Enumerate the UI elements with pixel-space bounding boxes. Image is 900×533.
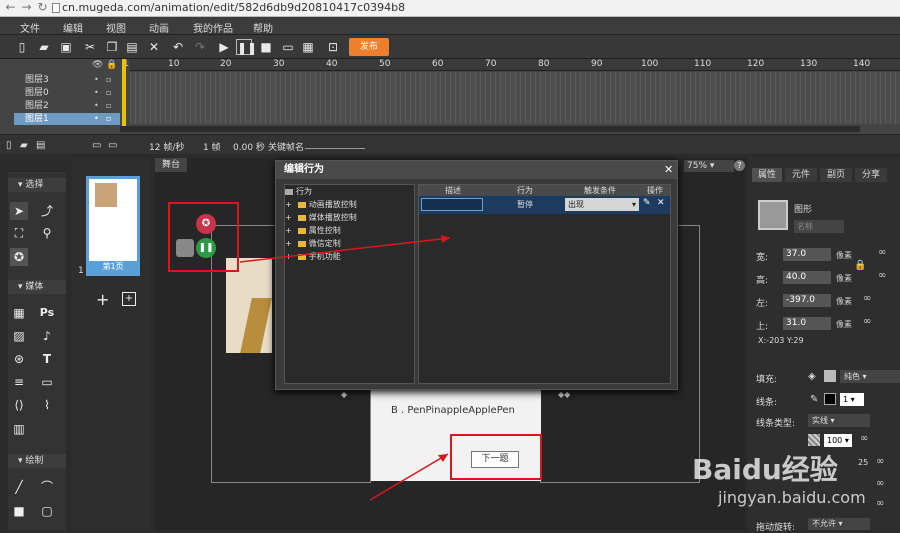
watermark-site: jingyan.baidu.com (718, 488, 866, 507)
annotation-arrow (239, 237, 451, 263)
annotation-arrow (369, 453, 449, 501)
watermark-brand: Baidu经验 (692, 453, 838, 486)
arrowhead (438, 454, 448, 462)
arrowhead (441, 235, 450, 243)
